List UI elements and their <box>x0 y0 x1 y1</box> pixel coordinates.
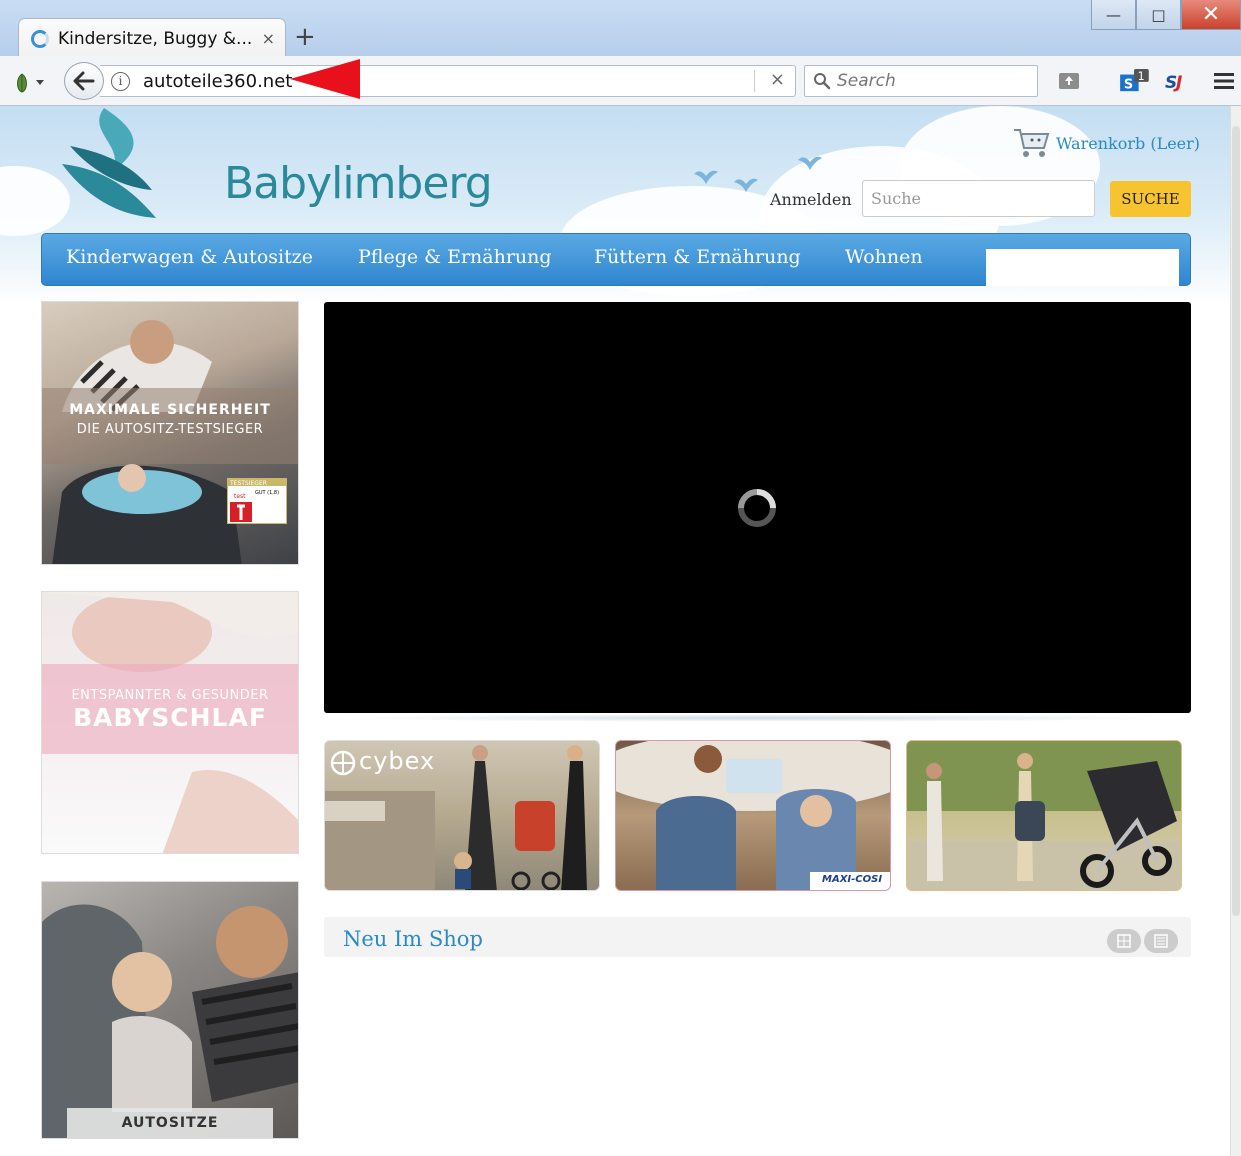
skype-extension-icon[interactable]: S 1 <box>1117 69 1151 93</box>
banner-headline: MAXIMALE SICHERHEIT <box>69 402 271 418</box>
maxi-cosi-logo-strip: MAXI-COSI <box>810 872 890 890</box>
seal-rating: GUT (1,8) <box>255 490 279 496</box>
list-view-icon <box>1154 934 1168 948</box>
video-shadow <box>330 714 1185 722</box>
new-in-shop-header: Neu Im Shop <box>324 917 1191 957</box>
url-clear-icon[interactable]: × <box>770 69 785 90</box>
nav-item-kinderwagen[interactable]: Kinderwagen & Autositze <box>66 246 313 268</box>
grid-view-icon <box>1117 934 1131 948</box>
site-search-button[interactable]: SUCHE <box>1110 181 1191 217</box>
maximize-button[interactable]: □ <box>1136 0 1181 30</box>
annotation-red-arrow <box>290 59 360 99</box>
testsieger-seal-icon: TESTSIEGER GUT (1,8) test <box>227 478 287 524</box>
extension-badge: 1 <box>1138 70 1145 83</box>
seal-brand: test <box>234 493 246 500</box>
tab-close-icon[interactable]: × <box>262 29 275 48</box>
browser-tab[interactable]: Kindersitze, Buggy &... × <box>18 18 286 58</box>
promo-brand-label: cybex <box>359 747 436 775</box>
hamburger-menu-icon[interactable] <box>1212 69 1236 93</box>
banner-headline: AUTOSITZE <box>121 1115 219 1131</box>
new-tab-button[interactable]: + <box>294 22 316 52</box>
sj-extension-icon[interactable]: S J <box>1164 69 1188 93</box>
back-button[interactable] <box>64 62 104 100</box>
banner-headline: ENTSPANNTER & GESUNDER <box>71 688 269 703</box>
close-window-button[interactable]: ✕ <box>1181 0 1241 30</box>
back-arrow-icon <box>73 71 95 91</box>
cart-label: Warenkorb (Leer) <box>1056 133 1201 153</box>
banner-text-band: ENTSPANNTER & GESUNDER BABYSCHLAF <box>42 664 298 754</box>
site-search-input[interactable]: Suche <box>862 180 1095 217</box>
tab-title: Kindersitze, Buggy &... <box>58 28 253 49</box>
browser-titlebar: Kindersitze, Buggy &... × + — □ ✕ <box>0 0 1241 58</box>
loading-favicon-icon <box>31 29 49 48</box>
search-icon <box>814 73 831 90</box>
banner-text-band: AUTOSITZE <box>67 1108 273 1138</box>
site-logo[interactable]: Babylimberg <box>56 106 493 226</box>
minimize-button[interactable]: — <box>1091 0 1136 30</box>
seal-title: TESTSIEGER <box>229 480 267 487</box>
promo-cybex[interactable]: cybex <box>324 740 600 891</box>
browser-toolbar: i autoteile360.net × Search S 1 S J <box>0 56 1241 106</box>
scrollbar-thumb[interactable] <box>1232 126 1240 916</box>
page-viewport: Babylimberg Warenkorb (Leer) Anmelden Su… <box>0 106 1230 1156</box>
nav-empty-box <box>986 249 1179 286</box>
url-separator <box>754 70 755 92</box>
grid-view-button[interactable] <box>1107 929 1141 953</box>
nav-item-fuettern[interactable]: Füttern & Ernährung <box>594 246 801 268</box>
shopping-cart-icon <box>1014 129 1050 157</box>
url-text[interactable]: autoteile360.net <box>143 71 292 92</box>
banner-photo-father-child <box>42 904 298 1138</box>
banner-car-seats[interactable]: AUTOSITZE <box>41 881 299 1139</box>
promo-photo-family-stroller <box>907 741 1181 890</box>
cart-link[interactable]: Warenkorb (Leer) <box>1012 126 1200 160</box>
nav-item-wohnen[interactable]: Wohnen <box>845 246 923 268</box>
browser-search-bar[interactable]: Search <box>804 65 1038 97</box>
nav-item-pflege[interactable]: Pflege & Ernährung <box>358 246 552 268</box>
svg-text:S: S <box>1124 77 1133 92</box>
search-placeholder: Search <box>837 71 896 91</box>
banner-baby-sleep[interactable]: ENTSPANNTER & GESUNDER BABYSCHLAF <box>41 591 299 854</box>
logo-wave-icon <box>62 108 156 218</box>
page-scrollbar[interactable] <box>1230 106 1241 1156</box>
main-navigation: Kinderwagen & Autositze Pflege & Ernähru… <box>41 233 1191 286</box>
promo-photo-car-interior <box>616 741 890 890</box>
promo-maxi-cosi[interactable]: MAXI-COSI <box>615 740 891 891</box>
video-player[interactable] <box>324 302 1191 713</box>
window-controls: — □ ✕ <box>1091 0 1241 30</box>
logo-text: Babylimberg <box>224 158 493 209</box>
banner-car-seat-safety[interactable]: MAXIMALE SICHERHEIT DIE AUTOSITZ-TESTSIE… <box>41 301 299 565</box>
site-info-icon[interactable]: i <box>111 72 130 91</box>
list-view-button[interactable] <box>1144 929 1178 953</box>
banner-text-band: MAXIMALE SICHERHEIT DIE AUTOSITZ-TESTSIE… <box>42 388 298 464</box>
new-in-shop-title: Neu Im Shop <box>343 927 483 951</box>
promo-brand-label: MAXI-COSI <box>822 874 883 885</box>
loading-spinner-icon <box>738 489 776 527</box>
cybex-logo-icon <box>330 750 356 776</box>
banner-subline: DIE AUTOSITZ-TESTSIEGER <box>76 422 264 437</box>
login-link[interactable]: Anmelden <box>770 190 852 209</box>
screenshot-extension-icon[interactable] <box>1057 69 1081 93</box>
addon-menu-icon[interactable] <box>12 70 48 94</box>
banner-subline: BABYSCHLAF <box>73 703 267 732</box>
promo-stroller[interactable] <box>906 740 1182 891</box>
address-bar[interactable]: i autoteile360.net × <box>100 65 796 97</box>
